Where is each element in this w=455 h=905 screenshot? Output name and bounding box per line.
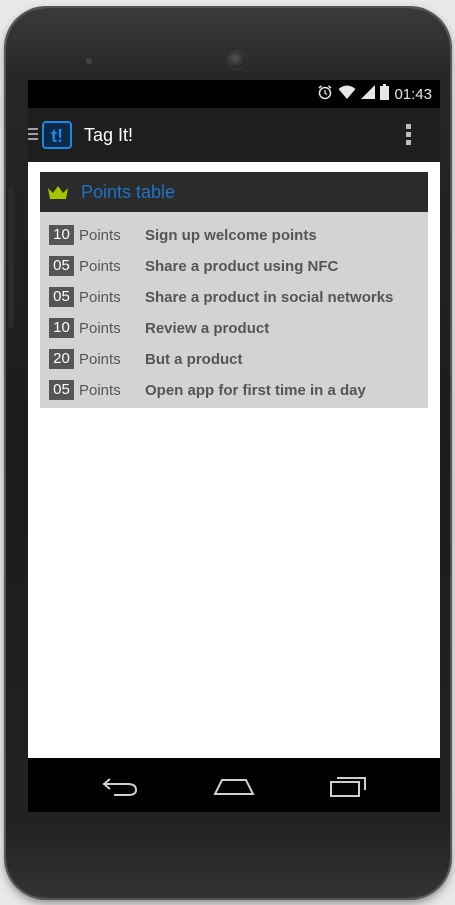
recents-icon[interactable] [326,770,370,800]
crown-icon [48,186,68,204]
points-description: Share a product in social networks [145,289,394,306]
side-button [8,188,14,328]
back-icon[interactable] [98,770,142,800]
points-row: 05 Points Share a product using NFC [40,251,428,282]
points-unit: Points [79,351,121,368]
action-bar: t! Tag It! [28,108,440,162]
points-badge: 10 [49,318,74,338]
alarm-icon [317,84,333,104]
points-table-header: Points table [40,172,428,212]
points-badge: 05 [49,380,74,400]
app-title: Tag It! [84,125,134,145]
system-nav-bar [28,758,440,812]
points-list: 10 Points Sign up welcome points 05 Poin… [40,212,428,406]
battery-icon [380,84,390,104]
points-row: 20 Points But a product [40,344,428,375]
points-unit: Points [79,382,121,399]
wifi-icon [338,84,356,104]
points-unit: Points [79,320,121,337]
home-icon[interactable] [212,770,256,800]
points-badge: 05 [49,287,74,307]
points-row: 05 Points Share a product in social netw… [40,282,428,313]
overflow-menu-icon[interactable] [406,124,412,148]
points-description: Review a product [145,320,270,337]
points-badge: 05 [49,256,74,276]
points-unit: Points [79,227,121,244]
front-camera [227,50,247,70]
points-badge: 10 [49,225,74,245]
app-logo[interactable]: t! [42,121,72,149]
points-unit: Points [79,258,121,275]
points-description: But a product [145,351,243,368]
status-bar: 01:43 [28,80,440,108]
points-unit: Points [79,289,121,306]
sensor-dot [86,58,92,64]
drawer-menu-icon[interactable] [28,128,38,142]
points-row: 05 Points Open app for first time in a d… [40,375,428,406]
points-description: Open app for first time in a day [145,382,366,399]
points-description: Share a product using NFC [145,258,339,275]
points-table-card: Points table 10 Points Sign up welcome p… [40,172,428,408]
signal-icon [361,84,376,104]
clock-time: 01:43 [394,85,432,103]
points-description: Sign up welcome points [145,227,317,244]
points-row: 10 Points Review a product [40,313,428,344]
points-badge: 20 [49,349,74,369]
points-row: 10 Points Sign up welcome points [40,220,428,251]
screen: 01:43 t! Tag It! Points table 10 Points … [28,80,440,812]
points-table-title: Points table [81,182,176,202]
